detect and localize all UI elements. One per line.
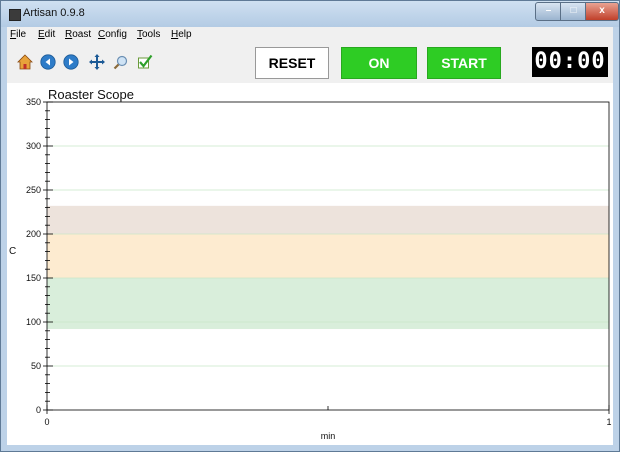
- menu-bar: File Edit Roast Config Tools Help: [7, 27, 613, 43]
- window-title: Artisan 0.9.8: [23, 7, 85, 19]
- home-icon[interactable]: [17, 54, 33, 70]
- y-tick-label: 250: [26, 185, 41, 195]
- y-tick-label: 150: [26, 273, 41, 283]
- x-tick-label: 1: [606, 417, 611, 427]
- start-button[interactable]: START: [427, 47, 501, 79]
- app-icon: [9, 9, 21, 21]
- forward-icon[interactable]: [63, 54, 79, 70]
- phase-band-0: [47, 205, 609, 234]
- y-tick-label: 200: [26, 229, 41, 239]
- check-icon[interactable]: [137, 54, 153, 70]
- close-button[interactable]: x: [585, 2, 619, 21]
- x-tick-label: 0: [44, 417, 49, 427]
- phase-band-2: [47, 278, 609, 330]
- app-window: Artisan 0.9.8 – □ x File Edit Roast Conf…: [0, 0, 620, 452]
- y-axis-label: C: [9, 246, 16, 257]
- title-bar: Artisan 0.9.8 – □ x: [1, 1, 619, 27]
- menu-help[interactable]: Help: [171, 29, 192, 40]
- back-icon[interactable]: [40, 54, 56, 70]
- menu-roast[interactable]: Roast: [65, 29, 91, 40]
- zoom-icon[interactable]: [113, 54, 129, 70]
- pan-icon[interactable]: [89, 54, 105, 70]
- y-tick-label: 350: [26, 97, 41, 107]
- roaster-scope-chart[interactable]: 0 50 100 150 200 250 300 350 0 1 Roaster Scope C …: [7, 83, 613, 445]
- reset-button[interactable]: RESET: [255, 47, 329, 79]
- menu-config[interactable]: Config: [98, 29, 127, 40]
- menu-edit[interactable]: Edit: [38, 29, 55, 40]
- y-tick-label: 0: [36, 405, 41, 415]
- timer-display: 00:00: [532, 47, 608, 77]
- maximize-button[interactable]: □: [560, 2, 587, 21]
- y-tick-label: 50: [31, 361, 41, 371]
- on-button[interactable]: ON: [341, 47, 417, 79]
- x-axis-label: min: [321, 431, 336, 441]
- menu-file[interactable]: File: [10, 29, 26, 40]
- menu-tools[interactable]: Tools: [137, 29, 160, 40]
- minimize-button[interactable]: –: [535, 2, 562, 21]
- phase-band-1: [47, 234, 609, 278]
- y-tick-label: 300: [26, 141, 41, 151]
- toolbar: RESET ON START 00:00: [7, 43, 613, 83]
- chart-svg: 0501001502002503003500 1 Roaster Scope C …: [9, 87, 612, 441]
- chart-title: Roaster Scope: [48, 87, 134, 102]
- y-tick-label: 100: [26, 317, 41, 327]
